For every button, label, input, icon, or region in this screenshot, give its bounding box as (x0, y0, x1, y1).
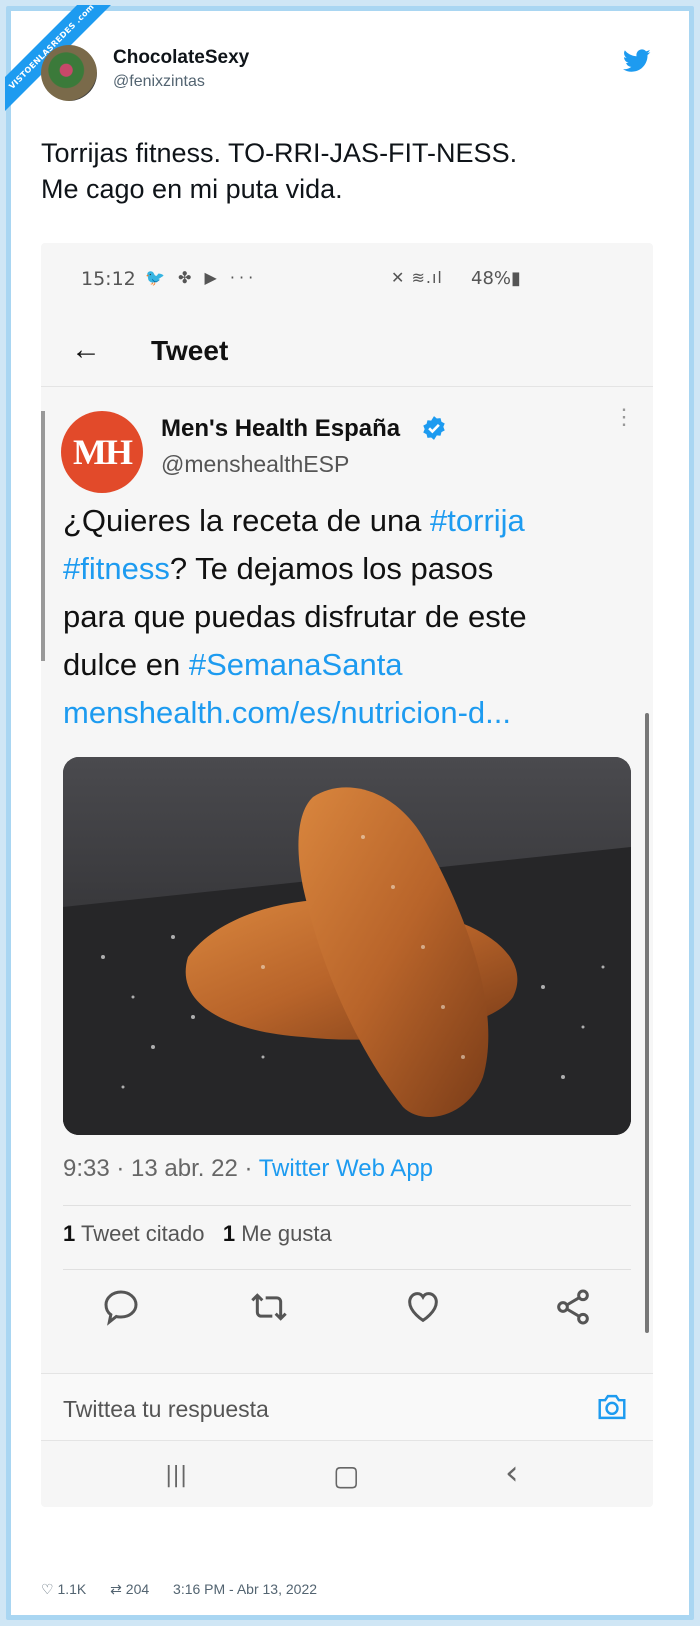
quoted-stats: 1 Tweet citado 1 Me gusta (63, 1221, 332, 1247)
nav-back-button[interactable]: ‹ (505, 1453, 519, 1493)
quoted-text-line: dulce en #SemanaSanta (63, 641, 638, 689)
verified-badge-icon (423, 416, 445, 440)
torrija-photo[interactable] (63, 757, 631, 1135)
likes-label[interactable]: Me gusta (235, 1221, 332, 1246)
quotes-count[interactable]: 1 (63, 1221, 75, 1246)
avatar[interactable] (41, 45, 97, 101)
source-link[interactable]: Twitter Web App (259, 1155, 433, 1182)
tweet-text-line: Torrijas fitness. TO-RRI-JAS-FIT-NESS. (41, 138, 518, 168)
reply-input[interactable]: Twittea tu respuesta (63, 1396, 269, 1423)
quoted-timestamp: 9:33 · 13 abr. 22 · Twitter Web App (63, 1155, 433, 1183)
action-bar (63, 1283, 631, 1333)
mh-avatar[interactable]: MH (61, 411, 143, 493)
app-bar: ← Tweet (41, 315, 653, 387)
reply-icon[interactable] (101, 1287, 141, 1327)
back-arrow-icon[interactable]: ← (71, 333, 101, 367)
likes-count: 1.1K (57, 1581, 87, 1597)
quoted-text-line: #fitness? Te dejamos los pasos (63, 545, 638, 593)
retweets-count: 204 (125, 1581, 150, 1597)
thread-line (41, 411, 45, 661)
likes[interactable]: ♡ 1.1K (41, 1581, 96, 1597)
quoted-text-line: para que puedas disfrutar de este (63, 599, 527, 634)
timestamp-text: 9:33 · 13 abr. 22 · (63, 1155, 259, 1182)
signal-icons: ✕ ≋.ıl (391, 268, 443, 287)
hashtag-fitness[interactable]: #fitness (63, 551, 170, 586)
tweet-text: Torrijas fitness. TO-RRI-JAS-FIT-NESS. M… (41, 135, 661, 207)
status-time: 15:12 (81, 268, 136, 290)
author-name[interactable]: ChocolateSexy (113, 47, 249, 69)
quoted-text-line: ¿Quieres la receta de una #torrija (63, 497, 638, 545)
quoted-author-handle[interactable]: @menshealthESP (161, 451, 349, 478)
quoted-tweet-text: ¿Quieres la receta de una #torrija #fitn… (63, 497, 638, 737)
hashtag-torrija[interactable]: #torrija (430, 503, 525, 538)
reply-composer[interactable]: Twittea tu respuesta (41, 1373, 653, 1441)
retweet-icon[interactable] (249, 1287, 289, 1327)
android-nav-bar: ||| ▢ ‹ (41, 1443, 653, 1507)
retweets[interactable]: ⇄ 204 (110, 1581, 159, 1597)
author-handle[interactable]: @fenixzintas (113, 73, 205, 91)
tweet-text-line: Me cago en mi puta vida. (41, 174, 343, 204)
hashtag-semanasanta[interactable]: #SemanaSanta (189, 647, 403, 682)
attached-screenshot[interactable]: 15:12 🐦 ✤ ▶ ··· ✕ ≋.ıl 48%▮ ← Tweet MH M… (41, 243, 653, 1507)
battery-indicator: 48%▮ (471, 268, 521, 289)
article-link[interactable]: menshealth.com/es/nutricion-d... (63, 689, 638, 737)
camera-icon[interactable] (595, 1392, 629, 1422)
twitter-bird-icon (623, 49, 651, 72)
tweet-card: VISTOENLASREDES .com ChocolateSexy @feni… (5, 5, 694, 1620)
home-button[interactable]: ▢ (333, 1459, 359, 1492)
more-options-icon[interactable]: ⋮ (613, 406, 635, 428)
notification-icons: 🐦 ✤ ▶ ··· (145, 268, 258, 287)
share-icon[interactable] (553, 1287, 593, 1327)
recent-apps-button[interactable]: ||| (165, 1463, 187, 1488)
divider (63, 1269, 631, 1270)
status-bar: 15:12 🐦 ✤ ▶ ··· ✕ ≋.ıl 48%▮ (41, 243, 653, 307)
scrollbar[interactable] (645, 713, 649, 1333)
like-icon[interactable] (403, 1287, 443, 1327)
text-segment: dulce en (63, 647, 189, 682)
quotes-label[interactable]: Tweet citado (75, 1221, 205, 1246)
divider (63, 1205, 631, 1206)
torrija-illustration (63, 757, 631, 1135)
quoted-author-name[interactable]: Men's Health España (161, 415, 400, 443)
tweet-footer: ♡ 1.1K ⇄ 204 3:16 PM - Abr 13, 2022 (41, 1581, 327, 1598)
text-segment: ¿Quieres la receta de una (63, 503, 431, 538)
text-segment: ? Te dejamos los pasos (169, 551, 494, 586)
page-title: Tweet (151, 335, 229, 366)
tweet-timestamp: 3:16 PM - Abr 13, 2022 (173, 1581, 318, 1597)
likes-count[interactable]: 1 (223, 1221, 235, 1246)
